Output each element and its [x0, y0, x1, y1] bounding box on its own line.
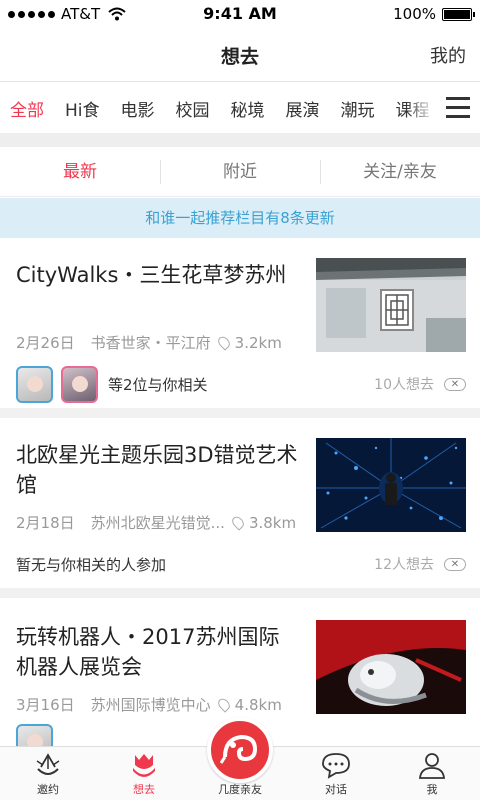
- event-date: 2月18日: [16, 514, 75, 532]
- event-title: CityWalks・三生花草梦苏州: [16, 263, 287, 287]
- menu-icon: [446, 97, 470, 100]
- related-text: 暂无与你相关的人参加: [16, 555, 167, 574]
- divider: [0, 133, 480, 147]
- close-icon[interactable]: ✕: [444, 557, 466, 571]
- event-distance: 4.8km: [215, 695, 282, 714]
- invite-icon: [36, 753, 60, 775]
- chat-bubble-icon: [322, 753, 350, 779]
- distance-value: 3.2km: [234, 333, 282, 352]
- menu-icon: [446, 106, 470, 109]
- tab-following-family[interactable]: 关注/亲友: [320, 147, 480, 196]
- location-pin-icon: [215, 334, 232, 351]
- tab-chat[interactable]: 对话: [288, 747, 384, 800]
- menu-icon: [446, 115, 470, 118]
- tab-label: 邀约: [37, 783, 59, 796]
- nav-bar: 想去 我的: [0, 28, 480, 82]
- category-show[interactable]: 展演: [286, 96, 320, 121]
- category-campus[interactable]: 校园: [176, 96, 210, 121]
- related-text: 等2位与你相关: [108, 375, 208, 394]
- distance-value: 3.8km: [248, 513, 297, 532]
- garden-window-image: [316, 258, 466, 352]
- event-footer: 等2位与你相关 10人想去 ✕: [16, 364, 466, 404]
- event-card[interactable]: CityWalks・三生花草梦苏州 2月26日 书香世家・平江府 3.2km 等…: [0, 238, 480, 418]
- event-venue: 苏州国际博览中心: [90, 696, 211, 714]
- tab-label: 对话: [325, 783, 347, 796]
- bottom-tab-bar: 邀约 想去 几度亲友 对话 我: [0, 717, 480, 800]
- category-tabs: 全部 Hi食 电影 校园 秘境 展演 潮玩 课程: [0, 83, 480, 133]
- category-hi-food[interactable]: Hi食: [65, 96, 100, 121]
- want-count-label: 10人想去: [374, 377, 434, 393]
- tab-label: 我: [426, 783, 438, 796]
- event-card[interactable]: 北欧星光主题乐园3D错觉艺术馆 2月18日 苏州北欧星光错觉... 3.8km: [0, 418, 480, 598]
- event-footer: 暂无与你相关的人参加 12人想去 ✕: [16, 544, 466, 584]
- event-venue: 书香世家・平江府: [90, 334, 211, 352]
- tab-latest[interactable]: 最新: [0, 147, 160, 196]
- tab-nearby[interactable]: 附近: [160, 147, 320, 196]
- want-count: 10人想去 ✕: [374, 374, 466, 394]
- event-distance: 3.8km: [229, 513, 297, 532]
- event-date: 3月16日: [16, 696, 75, 714]
- location-pin-icon: [229, 514, 247, 531]
- category-menu-button[interactable]: [434, 83, 480, 133]
- tab-invite[interactable]: 邀约: [0, 747, 96, 800]
- category-all[interactable]: 全部: [10, 96, 44, 121]
- battery-percent: 100%: [393, 5, 436, 23]
- chameleon-button[interactable]: [207, 717, 273, 783]
- sub-tabs: 最新 附近 关注/亲友: [0, 147, 480, 197]
- event-meta: 3月16日 苏州国际博览中心 4.8km: [16, 694, 282, 715]
- want-count-label: 12人想去: [374, 557, 434, 573]
- event-venue: 苏州北欧星光错觉...: [90, 514, 225, 532]
- event-title: 玩转机器人・2017苏州国际机器人展览会: [16, 625, 280, 679]
- event-date: 2月26日: [16, 334, 75, 352]
- category-movie[interactable]: 电影: [121, 96, 155, 121]
- category-secret[interactable]: 秘境: [231, 96, 265, 121]
- event-image: [316, 258, 466, 352]
- tab-label: 几度亲友: [218, 783, 262, 796]
- event-feed: CityWalks・三生花草梦苏州 2月26日 书香世家・平江府 3.2km 等…: [0, 238, 480, 746]
- tab-label: 想去: [133, 783, 155, 796]
- chameleon-icon: [219, 734, 258, 764]
- status-right: 100%: [393, 5, 475, 23]
- category-trend[interactable]: 潮玩: [341, 96, 375, 121]
- person-icon: [419, 753, 445, 779]
- tab-me[interactable]: 我: [384, 747, 480, 800]
- tulip-icon: [133, 754, 155, 777]
- category-fade: [406, 83, 436, 133]
- event-image: [316, 438, 466, 532]
- event-distance: 3.2km: [215, 333, 282, 352]
- event-meta: 2月18日 苏州北欧星光错觉... 3.8km: [16, 512, 296, 533]
- event-title: 北欧星光主题乐园3D错觉艺术馆: [16, 443, 298, 497]
- avatar[interactable]: [16, 365, 53, 403]
- robot-image: [316, 620, 466, 714]
- status-bar: AT&T 9:41 AM 100%: [0, 0, 480, 28]
- location-pin-icon: [215, 696, 232, 713]
- tab-family-friends[interactable]: 几度亲友: [192, 717, 288, 800]
- avatar[interactable]: [61, 365, 98, 403]
- distance-value: 4.8km: [234, 695, 282, 714]
- page-title: 想去: [220, 46, 259, 68]
- event-image: [316, 620, 466, 714]
- tab-want-to-go[interactable]: 想去: [96, 747, 192, 800]
- event-meta: 2月26日 书香世家・平江府 3.2km: [16, 332, 282, 353]
- category-list: 全部 Hi食 电影 校园 秘境 展演 潮玩 课程: [10, 96, 451, 121]
- want-count: 12人想去 ✕: [374, 554, 466, 574]
- starlight-image: [316, 438, 466, 532]
- avatar[interactable]: [16, 723, 53, 746]
- close-icon[interactable]: ✕: [444, 377, 466, 391]
- mine-button[interactable]: 我的: [430, 42, 466, 68]
- update-notice[interactable]: 和谁一起推荐栏目有8条更新: [0, 198, 480, 238]
- battery-icon: [442, 7, 475, 21]
